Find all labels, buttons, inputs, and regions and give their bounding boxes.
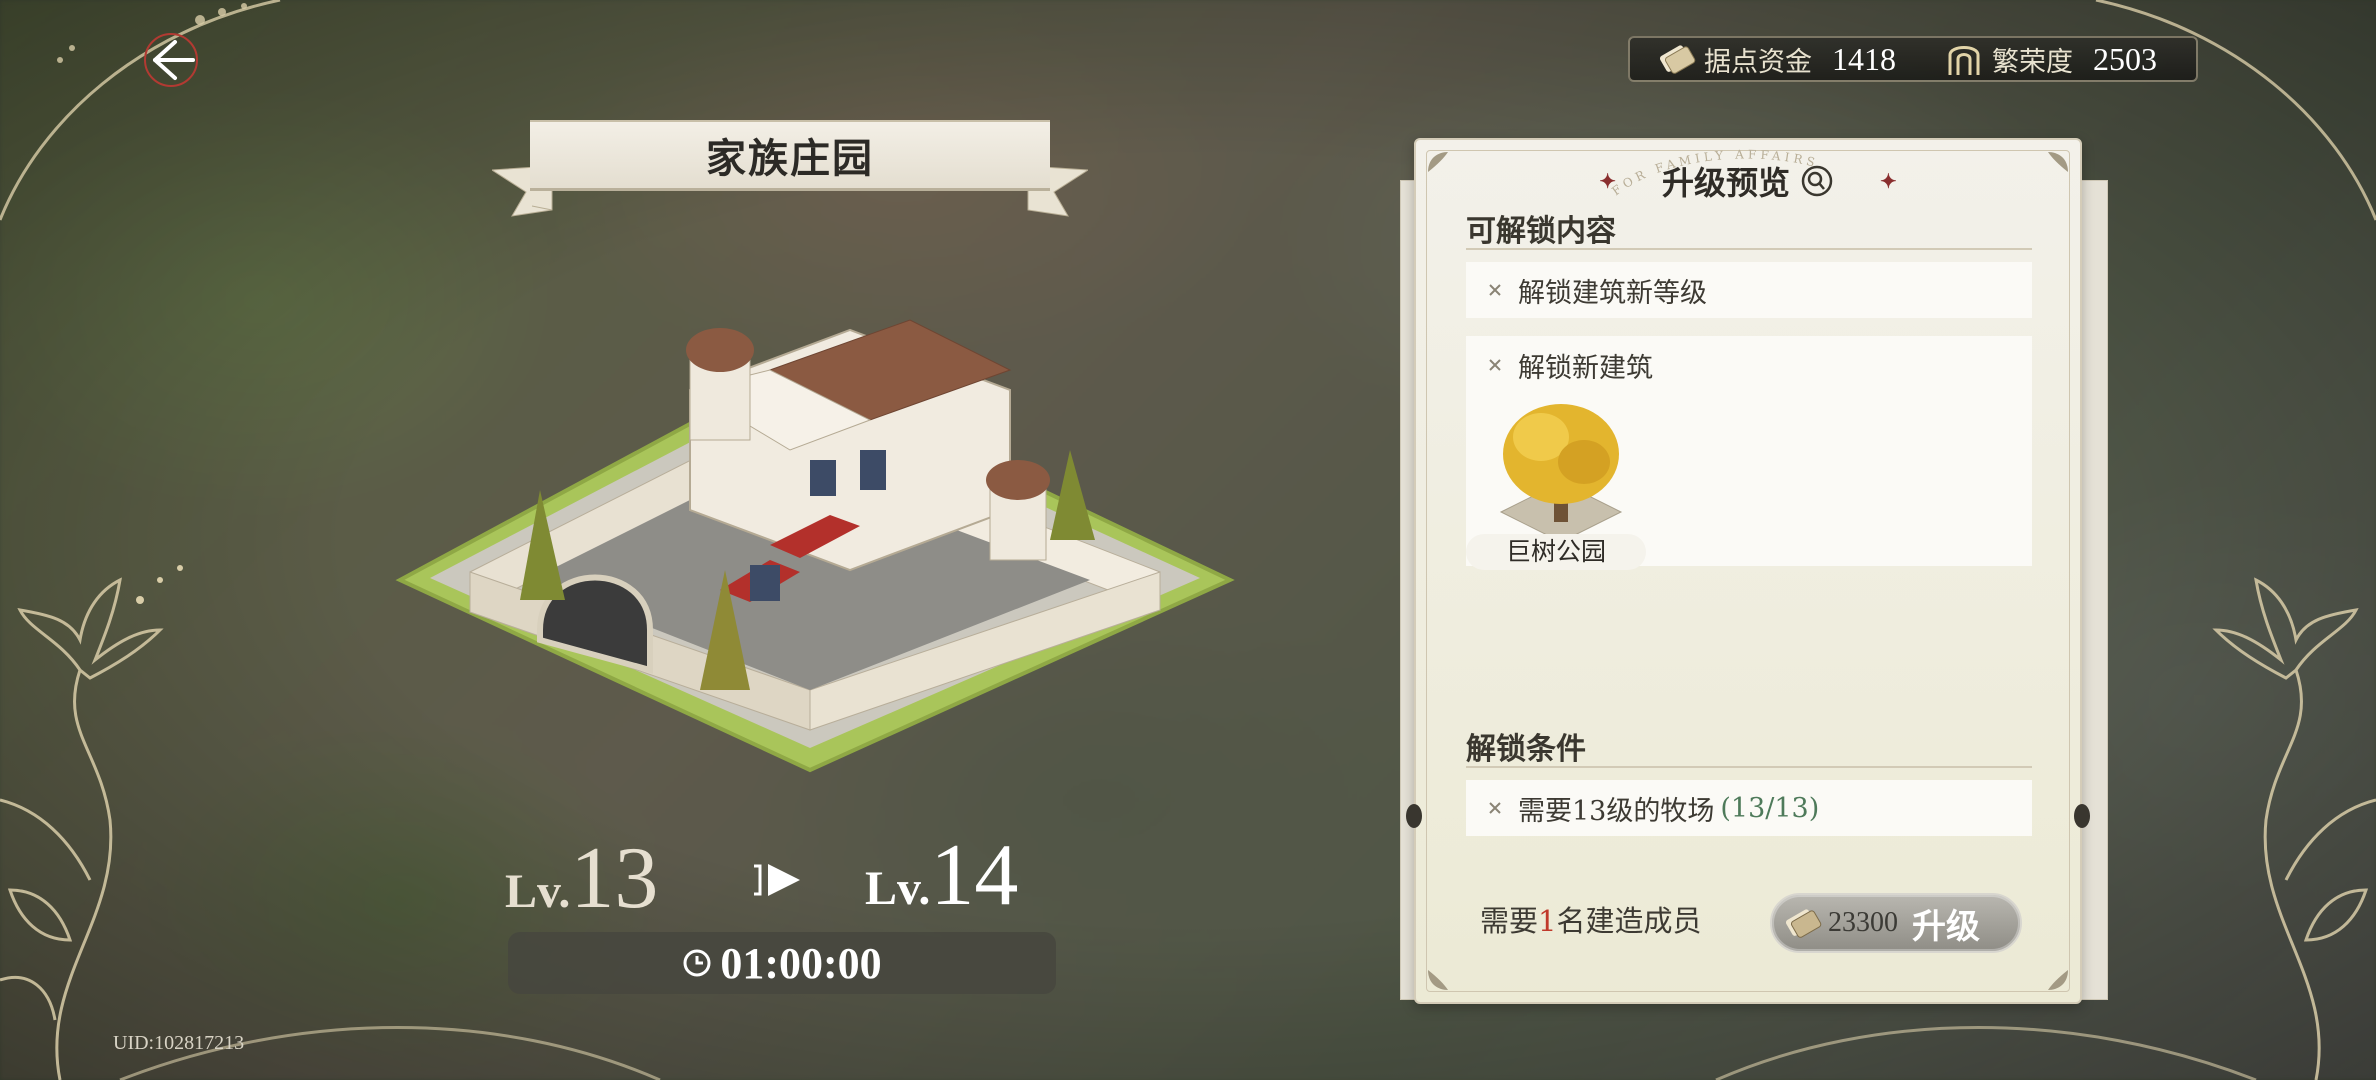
cross-bullet-icon xyxy=(1489,802,1501,814)
unlock-item-text: 解锁建筑新等级 xyxy=(1518,277,1707,309)
prosperity-value: 2503 xyxy=(2093,40,2157,77)
section-divider xyxy=(1466,248,2032,250)
next-level-prefix: Lv. xyxy=(865,862,931,915)
unlock-content-heading: 可解锁内容 xyxy=(1466,214,1616,249)
builder-count: 1 xyxy=(1538,904,1557,938)
new-building-name: 巨树公园 xyxy=(1466,534,1646,570)
building-title: 家族庄园 xyxy=(530,120,1050,191)
resource-bar: 据点资金 1418 繁荣度 2503 xyxy=(1628,36,2198,82)
next-level-number: 14 xyxy=(930,827,1019,924)
upgrade-button[interactable]: 23300 升级 xyxy=(1770,893,2022,953)
builder-prefix: 需要 xyxy=(1480,904,1539,938)
unlock-item-text: 解锁新建筑 xyxy=(1518,353,1653,384)
timer-value: 01:00:00 xyxy=(720,938,882,988)
panel-notch-left xyxy=(1406,804,1422,828)
upgrade-cost: 23300 xyxy=(1828,907,1898,938)
condition-text: 需要13级的牧场 xyxy=(1518,795,1715,827)
upgrade-label: 升级 xyxy=(1912,906,1980,947)
cross-bullet-icon xyxy=(1489,284,1501,296)
clock-icon xyxy=(683,949,711,977)
back-button[interactable] xyxy=(135,30,205,90)
upgrade-preview-panel: FOR FAMILY AFFAIRS ✦ 升级预览 ✦ 可解锁内容 解锁建筑新等… xyxy=(1406,138,2090,1004)
resource-prosperity: 繁荣度 2503 xyxy=(1944,39,2157,79)
unlock-condition-heading: 解锁条件 xyxy=(1466,732,1586,767)
condition-progress: (13/13) xyxy=(1720,792,1820,824)
prosperity-label: 繁荣度 xyxy=(1992,46,2073,78)
upgrade-timer: 01:00:00 xyxy=(508,932,1056,994)
current-level: Lv.13 xyxy=(505,828,658,929)
section-divider xyxy=(1466,766,2032,768)
funds-label: 据点资金 xyxy=(1704,46,1812,78)
condition-row: 需要13级的牧场 (13/13) xyxy=(1466,780,2032,836)
builder-suffix: 名建造成员 xyxy=(1556,904,1702,938)
fund-scroll-icon xyxy=(1659,45,1696,74)
family-manor-building-icon[interactable] xyxy=(390,310,1240,780)
current-level-number: 13 xyxy=(570,830,659,927)
giant-tree-park-icon[interactable] xyxy=(1496,392,1626,552)
current-level-prefix: Lv. xyxy=(505,865,571,918)
builder-requirement: 需要1名建造成员 xyxy=(1480,898,1701,940)
panel-title: ✦ 升级预览 ✦ xyxy=(1416,158,2080,204)
info-question-icon[interactable] xyxy=(1800,164,1834,198)
corner-leaf-icon xyxy=(1428,970,1448,990)
corner-leaf-icon xyxy=(2048,970,2068,990)
panel-notch-right xyxy=(2074,804,2090,828)
user-id: UID:102817213 xyxy=(113,1032,245,1054)
unlock-item-row: 解锁建筑新等级 xyxy=(1466,262,2032,318)
back-arrow-icon xyxy=(144,33,198,87)
resource-funds: 据点资金 1418 xyxy=(1656,39,1896,79)
prosperity-arch-icon xyxy=(1948,46,1980,75)
funds-value: 1418 xyxy=(1832,40,1896,77)
cross-bullet-icon xyxy=(1489,359,1501,371)
fund-scroll-icon xyxy=(1785,909,1822,938)
panel-title-text: 升级预览 xyxy=(1661,164,1790,202)
next-level: Lv.14 xyxy=(865,825,1018,926)
level-upgrade-row: Lv.13 Lv.14 xyxy=(500,820,1060,930)
play-arrow-icon xyxy=(754,864,800,896)
title-banner: 家族庄园 xyxy=(492,120,1088,220)
